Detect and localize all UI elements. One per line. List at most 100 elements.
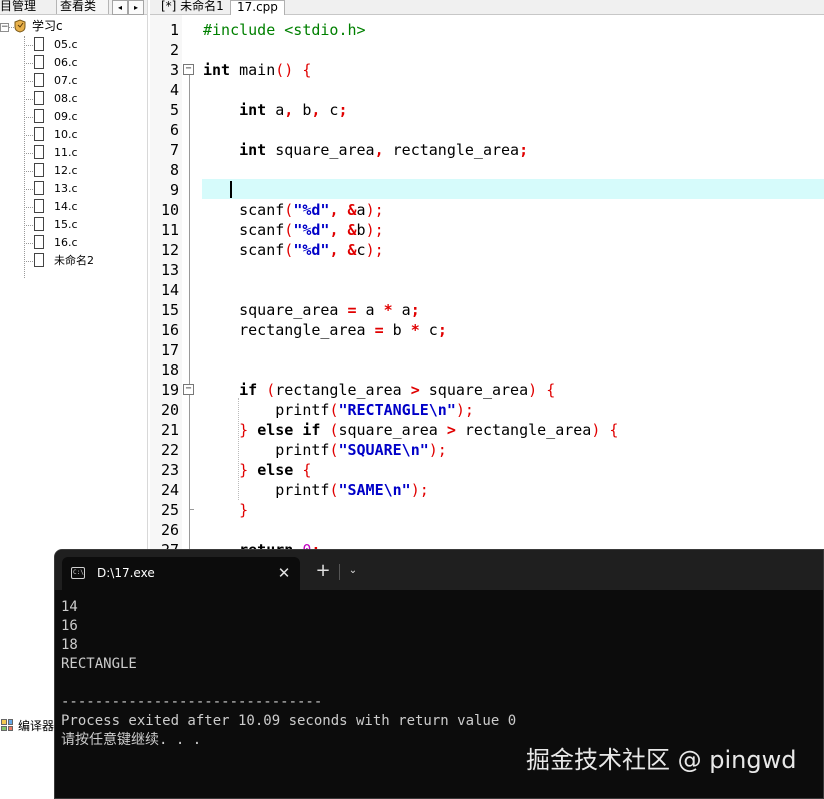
code-token: rectangle_area (455, 421, 592, 439)
tree-file-item[interactable]: 08.c (24, 90, 144, 108)
code-token: ( (284, 241, 294, 259)
panel-tabs: 项目管理 查看类 ◂ ▸ (0, 0, 147, 15)
tree-file-item[interactable]: 未命名2 (24, 252, 144, 270)
line-number: 6 (169, 121, 179, 139)
tree-file-item[interactable]: 14.c (24, 198, 144, 216)
line-number: 22 (160, 441, 179, 459)
collapse-toggle-icon[interactable]: − (0, 23, 9, 32)
console-icon: C:\ (71, 567, 85, 579)
code-token: ); (365, 201, 384, 219)
tab-class-view[interactable]: 查看类 (56, 0, 109, 14)
tree-connector (24, 243, 33, 244)
line-number: 23 (160, 461, 179, 479)
file-icon (34, 127, 44, 141)
tree-file-item[interactable]: 05.c (24, 36, 144, 54)
terminal-output: 14 16 18 RECTANGLE ---------------------… (61, 598, 516, 750)
line-number: 11 (160, 221, 179, 239)
line-number: 19 (160, 381, 179, 399)
tree-file-item[interactable]: 11.c (24, 144, 144, 162)
divider (339, 564, 340, 580)
line-number: 12 (160, 241, 179, 259)
line-number: 1 (169, 21, 179, 39)
code-token: = (347, 301, 357, 319)
code-token: ); (365, 221, 384, 239)
tree-file-item[interactable]: 09.c (24, 108, 144, 126)
code-token: = (374, 321, 384, 339)
fold-end-marker (189, 509, 194, 510)
code-token: int (203, 61, 231, 79)
code-token: a (356, 301, 384, 319)
file-name: 07.c (54, 74, 78, 87)
dropdown-chevron-icon[interactable]: ⌄ (342, 560, 364, 582)
line-number: 9 (169, 181, 179, 199)
code-token: c (419, 321, 438, 339)
code-token: "%d" (293, 241, 330, 259)
line-number: 18 (160, 361, 179, 379)
code-token: { (302, 461, 312, 479)
tree-file-item[interactable]: 12.c (24, 162, 144, 180)
tree-connector (24, 171, 33, 172)
file-icon (34, 37, 44, 51)
project-root-label[interactable]: 学习c (32, 18, 63, 34)
tree-file-item[interactable]: 16.c (24, 234, 144, 252)
terminal-line: RECTANGLE (61, 656, 137, 672)
code-token: a (392, 301, 411, 319)
tree-file-item[interactable]: 13.c (24, 180, 144, 198)
close-tab-button[interactable]: ✕ (274, 563, 294, 583)
code-token: & (347, 201, 357, 219)
code-token: } (239, 501, 249, 519)
watermark: 掘金技术社区 @ pingwd (526, 746, 797, 774)
fold-toggle-icon[interactable]: − (183, 384, 194, 395)
editor-tab-17cpp[interactable]: 17.cpp (230, 0, 285, 15)
code-line: scanf("%d", &c); (203, 240, 384, 260)
code-token: ; (410, 301, 420, 319)
code-token: b (383, 321, 411, 339)
tab-scroll-left-button[interactable]: ◂ (112, 0, 128, 15)
tree-connector (24, 117, 33, 118)
tab-project-manager[interactable]: 项目管理 (0, 0, 54, 14)
editor-tab-untitled1[interactable]: [*] 未命名1 (157, 0, 228, 13)
code-line: int a, b, c; (203, 100, 348, 120)
code-token: if (239, 381, 258, 399)
code-token: scanf (203, 201, 285, 219)
line-number: 5 (169, 101, 179, 119)
code-token: * (383, 301, 393, 319)
line-number: 21 (160, 421, 179, 439)
code-token: { (546, 381, 556, 399)
tree-file-item[interactable]: 10.c (24, 126, 144, 144)
code-line: rectangle_area = b * c; (203, 320, 447, 340)
code-token: b (356, 221, 366, 239)
code-token: scanf (203, 241, 285, 259)
line-number: 7 (169, 141, 179, 159)
code-token: ; (519, 141, 529, 159)
tree-file-item[interactable]: 06.c (24, 54, 144, 72)
tab-scroll-right-button[interactable]: ▸ (128, 0, 144, 15)
fold-toggle-icon[interactable]: − (183, 64, 194, 75)
code-token: a (356, 201, 366, 219)
code-token: ); (428, 441, 447, 459)
code-token: ; (338, 101, 348, 119)
code-token: "RECTANGLE\n" (338, 401, 456, 419)
project-tree: − 学习c 05.c 06.c 07.c 08.c 09.c 10.c 11.c… (0, 16, 147, 278)
code-token: ( (284, 221, 294, 239)
code-line: printf("RECTANGLE\n"); (203, 400, 474, 420)
code-token: #include <stdio.h> (203, 21, 366, 39)
new-tab-button[interactable]: + (312, 560, 334, 582)
tree-connector (24, 261, 33, 262)
tree-connector (24, 45, 33, 46)
tree-file-item[interactable]: 15.c (24, 216, 144, 234)
line-number: 17 (160, 341, 179, 359)
tree-file-item[interactable]: 07.c (24, 72, 144, 90)
terminal-tab[interactable]: C:\ D:\17.exe ✕ (62, 557, 300, 590)
code-token: ); (455, 401, 474, 419)
